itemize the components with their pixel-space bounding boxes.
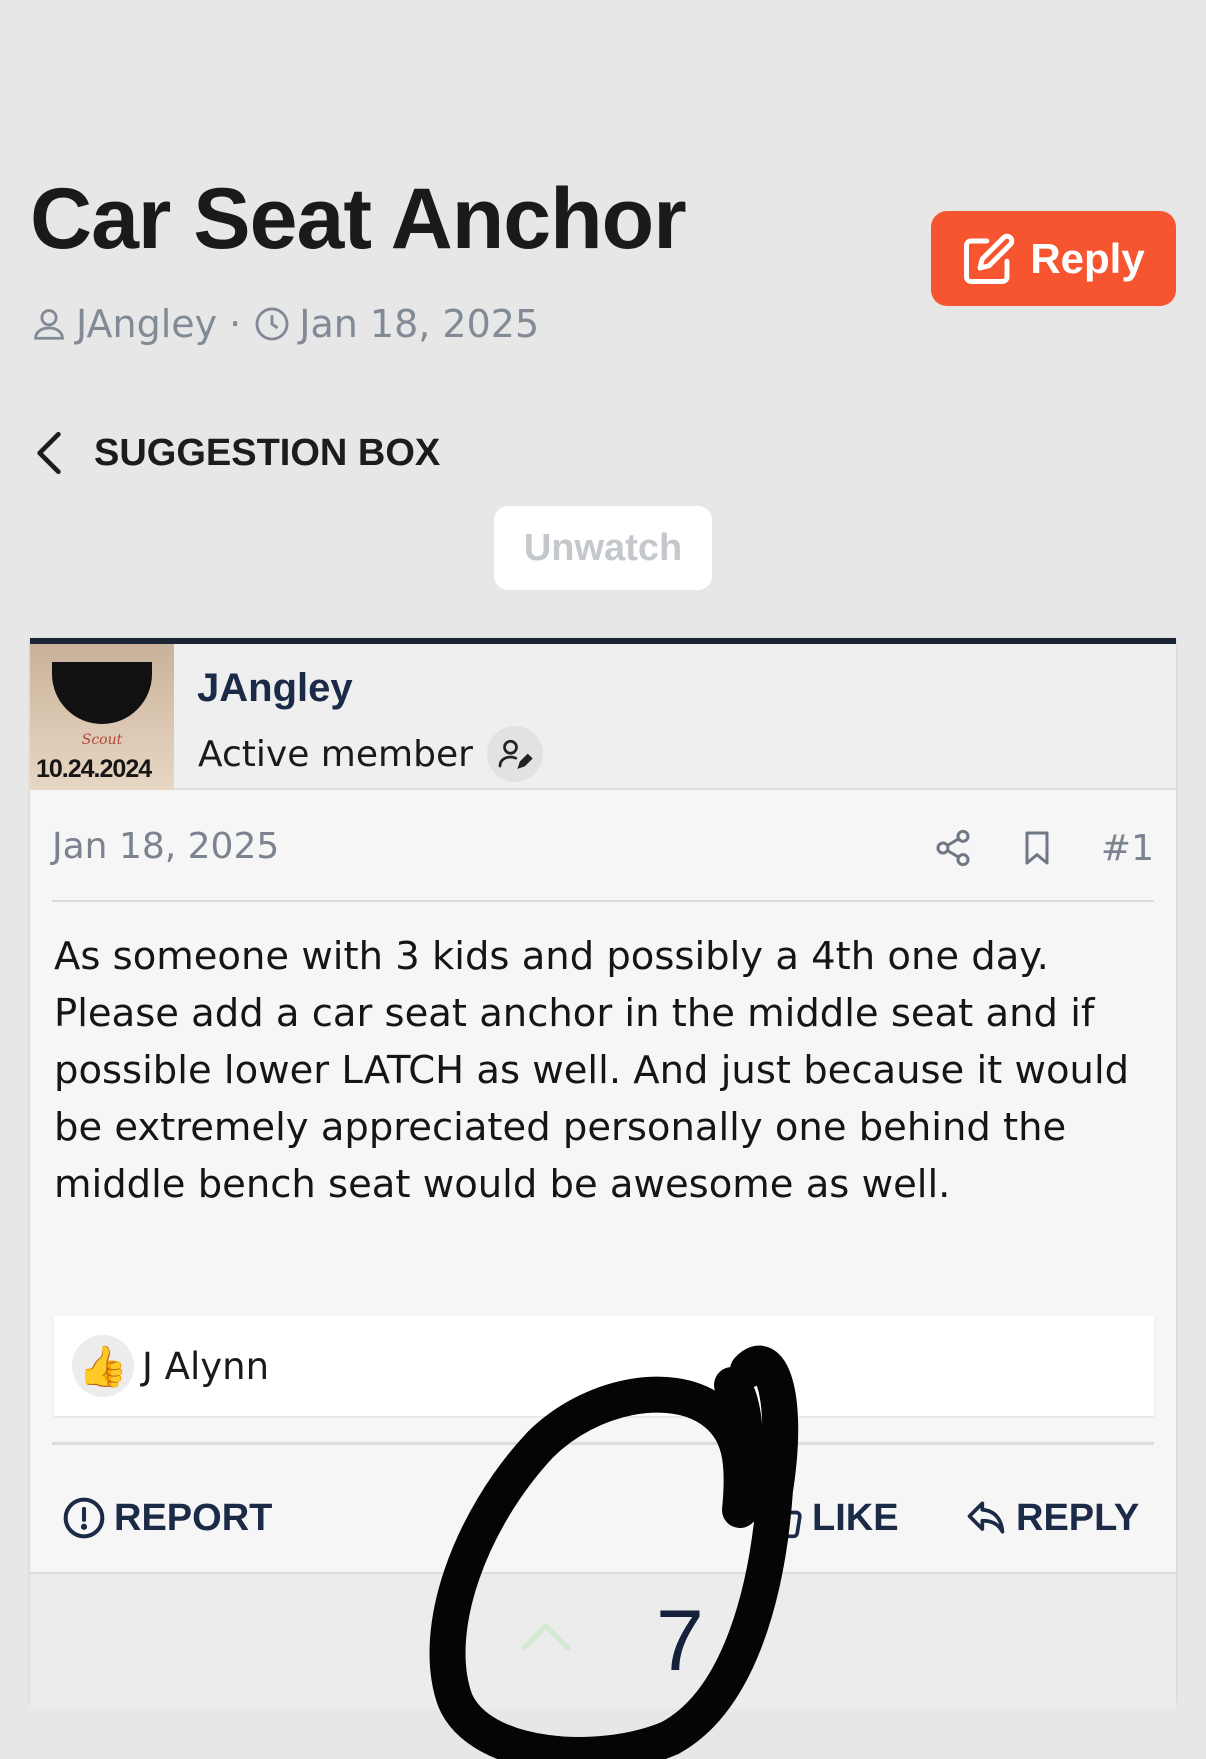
post-number[interactable]: #1	[1101, 828, 1154, 869]
post-body: As someone with 3 kids and possibly a 4t…	[54, 934, 1130, 1207]
report-label: REPORT	[114, 1496, 273, 1539]
avatar-graphic	[52, 662, 152, 724]
reply-post-label: REPLY	[1016, 1496, 1140, 1539]
user-icon	[34, 309, 64, 340]
clock-icon	[255, 307, 289, 341]
reply-button-label: Reply	[1030, 234, 1145, 282]
post: Scout 10.24.2024 JAngley Active member J…	[30, 638, 1176, 1708]
post-date[interactable]: Jan 18, 2025	[52, 826, 279, 867]
report-button[interactable]: REPORT	[62, 1496, 272, 1540]
alert-circle-icon	[63, 1497, 105, 1539]
divider	[52, 900, 1154, 902]
user-edit-icon	[486, 726, 543, 782]
meta-separator: ·	[229, 302, 242, 346]
like-label: LIKE	[812, 1496, 899, 1539]
breadcrumb-label: SUGGESTION BOX	[94, 431, 441, 474]
bookmark-icon[interactable]	[1017, 826, 1057, 870]
post-actions: #1	[933, 826, 1154, 870]
user-role-label: Active member	[198, 733, 473, 775]
thread-date[interactable]: Jan 18, 2025	[299, 302, 539, 346]
unwatch-button[interactable]: Unwatch	[494, 506, 712, 590]
avatar-date: 10.24.2024	[36, 755, 152, 783]
divider	[52, 1442, 1154, 1445]
avatar[interactable]: Scout 10.24.2024	[30, 644, 174, 790]
user-role: Active member	[198, 726, 543, 782]
chevron-left-icon	[37, 431, 61, 475]
post-header: Scout 10.24.2024 JAngley Active member	[30, 644, 1176, 790]
thumbs-up-icon	[761, 1497, 802, 1539]
thumbs-up-emoji: 👍	[72, 1335, 134, 1397]
thread-meta: JAngley · Jan 18, 2025	[30, 302, 539, 346]
like-button[interactable]: LIKE	[760, 1496, 899, 1540]
reaction-users[interactable]: J Alynn	[142, 1345, 269, 1388]
breadcrumb[interactable]: SUGGESTION BOX	[30, 428, 440, 478]
page-title: Car Seat Anchor	[30, 171, 687, 267]
vote-bar: 7	[30, 1572, 1176, 1708]
chevron-up-icon[interactable]	[518, 1614, 574, 1658]
avatar-script: Scout	[81, 732, 123, 748]
reply-arrow-icon	[967, 1501, 1005, 1534]
reaction-bar[interactable]: 👍 J Alynn	[54, 1316, 1154, 1416]
thread-author[interactable]: JAngley	[76, 302, 217, 346]
reply-button[interactable]: Reply	[931, 211, 1176, 306]
edit-icon	[964, 233, 1015, 284]
share-icon[interactable]	[933, 826, 973, 870]
reply-post-button[interactable]: REPLY	[964, 1496, 1139, 1540]
vote-count: 7	[656, 1593, 704, 1689]
post-username[interactable]: JAngley	[197, 666, 353, 711]
